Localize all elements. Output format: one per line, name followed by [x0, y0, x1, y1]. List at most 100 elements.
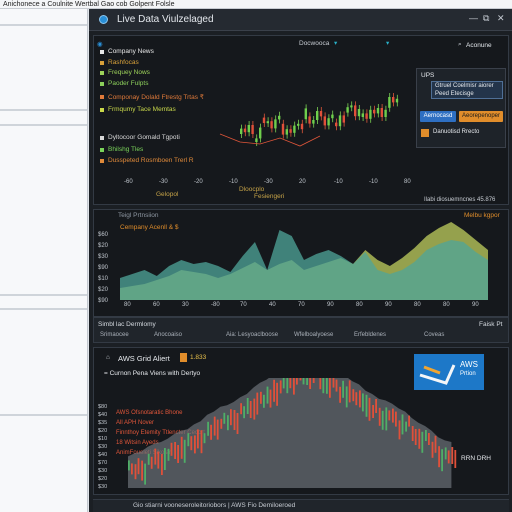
- chevron-down-icon[interactable]: ▾: [386, 39, 389, 47]
- candle: [190, 436, 193, 451]
- column-header[interactable]: Wfelboalyoese: [294, 332, 333, 338]
- sidebar-item[interactable]: Ertination ›: [0, 308, 87, 311]
- chevron-right-icon[interactable]: ›: [83, 295, 85, 296]
- legend-label: Company News: [108, 48, 154, 55]
- candle: [220, 418, 223, 429]
- candle: [444, 447, 447, 460]
- candle: [147, 453, 150, 465]
- candle: [312, 378, 315, 383]
- candle: [174, 442, 176, 459]
- candle: [434, 435, 437, 453]
- candle: [378, 407, 381, 426]
- candle: [359, 390, 361, 408]
- candle: [352, 389, 355, 402]
- candle: [329, 378, 331, 398]
- candle: [342, 380, 344, 398]
- candle: [255, 138, 258, 142]
- account-menu[interactable]: Aconune: [466, 42, 492, 49]
- area-chart: [120, 222, 488, 300]
- column-header[interactable]: Aia: Lesyoaclboose: [226, 332, 278, 338]
- column-header[interactable]: Erfebldenes: [354, 332, 386, 338]
- candle: [246, 398, 249, 414]
- chevron-right-icon[interactable]: ›: [83, 125, 85, 126]
- candle: [414, 429, 417, 445]
- candle: [380, 108, 383, 117]
- sidebar-item[interactable]: erager ›: [0, 413, 87, 416]
- candle: [365, 394, 368, 417]
- timeframe-dropdown[interactable]: Docwooca: [299, 40, 329, 47]
- maximize-button[interactable]: ⧉: [483, 13, 489, 24]
- candle: [326, 378, 328, 394]
- bottom-chart-panel: ⌂ AWS Grid Aliert 1.833 = Curnon Pena Vi…: [93, 347, 509, 495]
- home-icon[interactable]: ⌂: [106, 354, 110, 361]
- candle: [395, 411, 397, 427]
- candle: [309, 378, 311, 389]
- sidebar-item[interactable]: $14 3 17@p ›: [0, 294, 87, 296]
- dashboard-report-link[interactable]: Danuotisd Rrecto: [433, 129, 479, 135]
- secondary-button[interactable]: Aeorepenoper: [459, 111, 503, 122]
- x-tick-label: 80: [356, 302, 363, 308]
- window-title-bar: Anichonece a Coulnite Wertbal Gao cob Go…: [0, 0, 512, 9]
- candle: [216, 419, 219, 440]
- x-tick-label: -60: [124, 179, 133, 185]
- sidebar-item[interactable]: Inveslnatied ›: [0, 123, 87, 126]
- candle: [161, 454, 163, 475]
- candle: [392, 97, 395, 103]
- y-tick-label: $60: [98, 232, 109, 238]
- candle: [240, 403, 242, 415]
- strip-title: Simbl lac Dermlomy: [98, 321, 156, 328]
- sidebar-item-label: Ertination: [3, 309, 33, 310]
- candle: [361, 113, 364, 117]
- strip-right[interactable]: Faisk Pt: [479, 321, 502, 328]
- x-tick-label: 70: [240, 302, 247, 308]
- primary-button[interactable]: Aernocasd: [420, 111, 456, 122]
- x-tick-label: -30: [264, 179, 273, 185]
- candle: [233, 410, 236, 430]
- chevron-right-icon[interactable]: ›: [83, 415, 85, 416]
- x-tick-label: -80: [211, 302, 220, 308]
- y-tick-label: $20: [98, 287, 109, 293]
- chevron-down-icon[interactable]: ▾: [334, 39, 337, 47]
- candle: [376, 108, 380, 114]
- candle: [144, 463, 146, 485]
- search-icon[interactable]: ⌕: [458, 41, 462, 49]
- candle: [300, 123, 304, 130]
- x-tick-label: 90: [327, 302, 334, 308]
- column-header[interactable]: Anocoaiso: [154, 332, 182, 338]
- column-header[interactable]: Srimaocee: [100, 332, 129, 338]
- candle: [299, 378, 302, 381]
- candle: [200, 430, 203, 454]
- candle: [141, 460, 143, 481]
- candle: [297, 123, 300, 126]
- candle: [131, 463, 133, 475]
- x-tick-label: 30: [182, 302, 189, 308]
- chevron-right-icon[interactable]: ›: [83, 110, 85, 111]
- candle: [418, 428, 421, 449]
- sidebar-item[interactable]: Saites Vole ›: [0, 24, 87, 27]
- close-button[interactable]: ✕: [497, 13, 505, 24]
- candle: [388, 410, 391, 421]
- x-tick-label: 90: [385, 302, 392, 308]
- candle: [346, 107, 349, 113]
- candle: [243, 406, 245, 419]
- candle: [251, 125, 254, 134]
- candle: [260, 391, 262, 404]
- x-tick-label: -10: [369, 179, 378, 185]
- candle: [375, 399, 377, 413]
- panel-info-icon[interactable]: ◉: [97, 40, 103, 48]
- status-text: Gio stiarni vooneseroleitoriobors | AWS …: [133, 502, 296, 509]
- column-header[interactable]: Coveas: [424, 332, 444, 338]
- x-tick-label: 80: [443, 302, 450, 308]
- sidebar-item[interactable]: AWS : API Geary Anogoer›: [0, 109, 87, 112]
- minimize-button[interactable]: —: [469, 13, 478, 23]
- candle: [342, 115, 345, 123]
- y-tick-label: $10: [98, 436, 108, 442]
- chevron-right-icon[interactable]: ›: [83, 25, 85, 26]
- candle: [323, 116, 326, 126]
- y-tick-label: $35: [98, 420, 108, 426]
- candle: [266, 121, 269, 124]
- y-tick-label: $80: [98, 404, 108, 410]
- candle: [183, 439, 186, 463]
- chevron-right-icon[interactable]: ›: [83, 309, 85, 310]
- candle: [154, 448, 157, 465]
